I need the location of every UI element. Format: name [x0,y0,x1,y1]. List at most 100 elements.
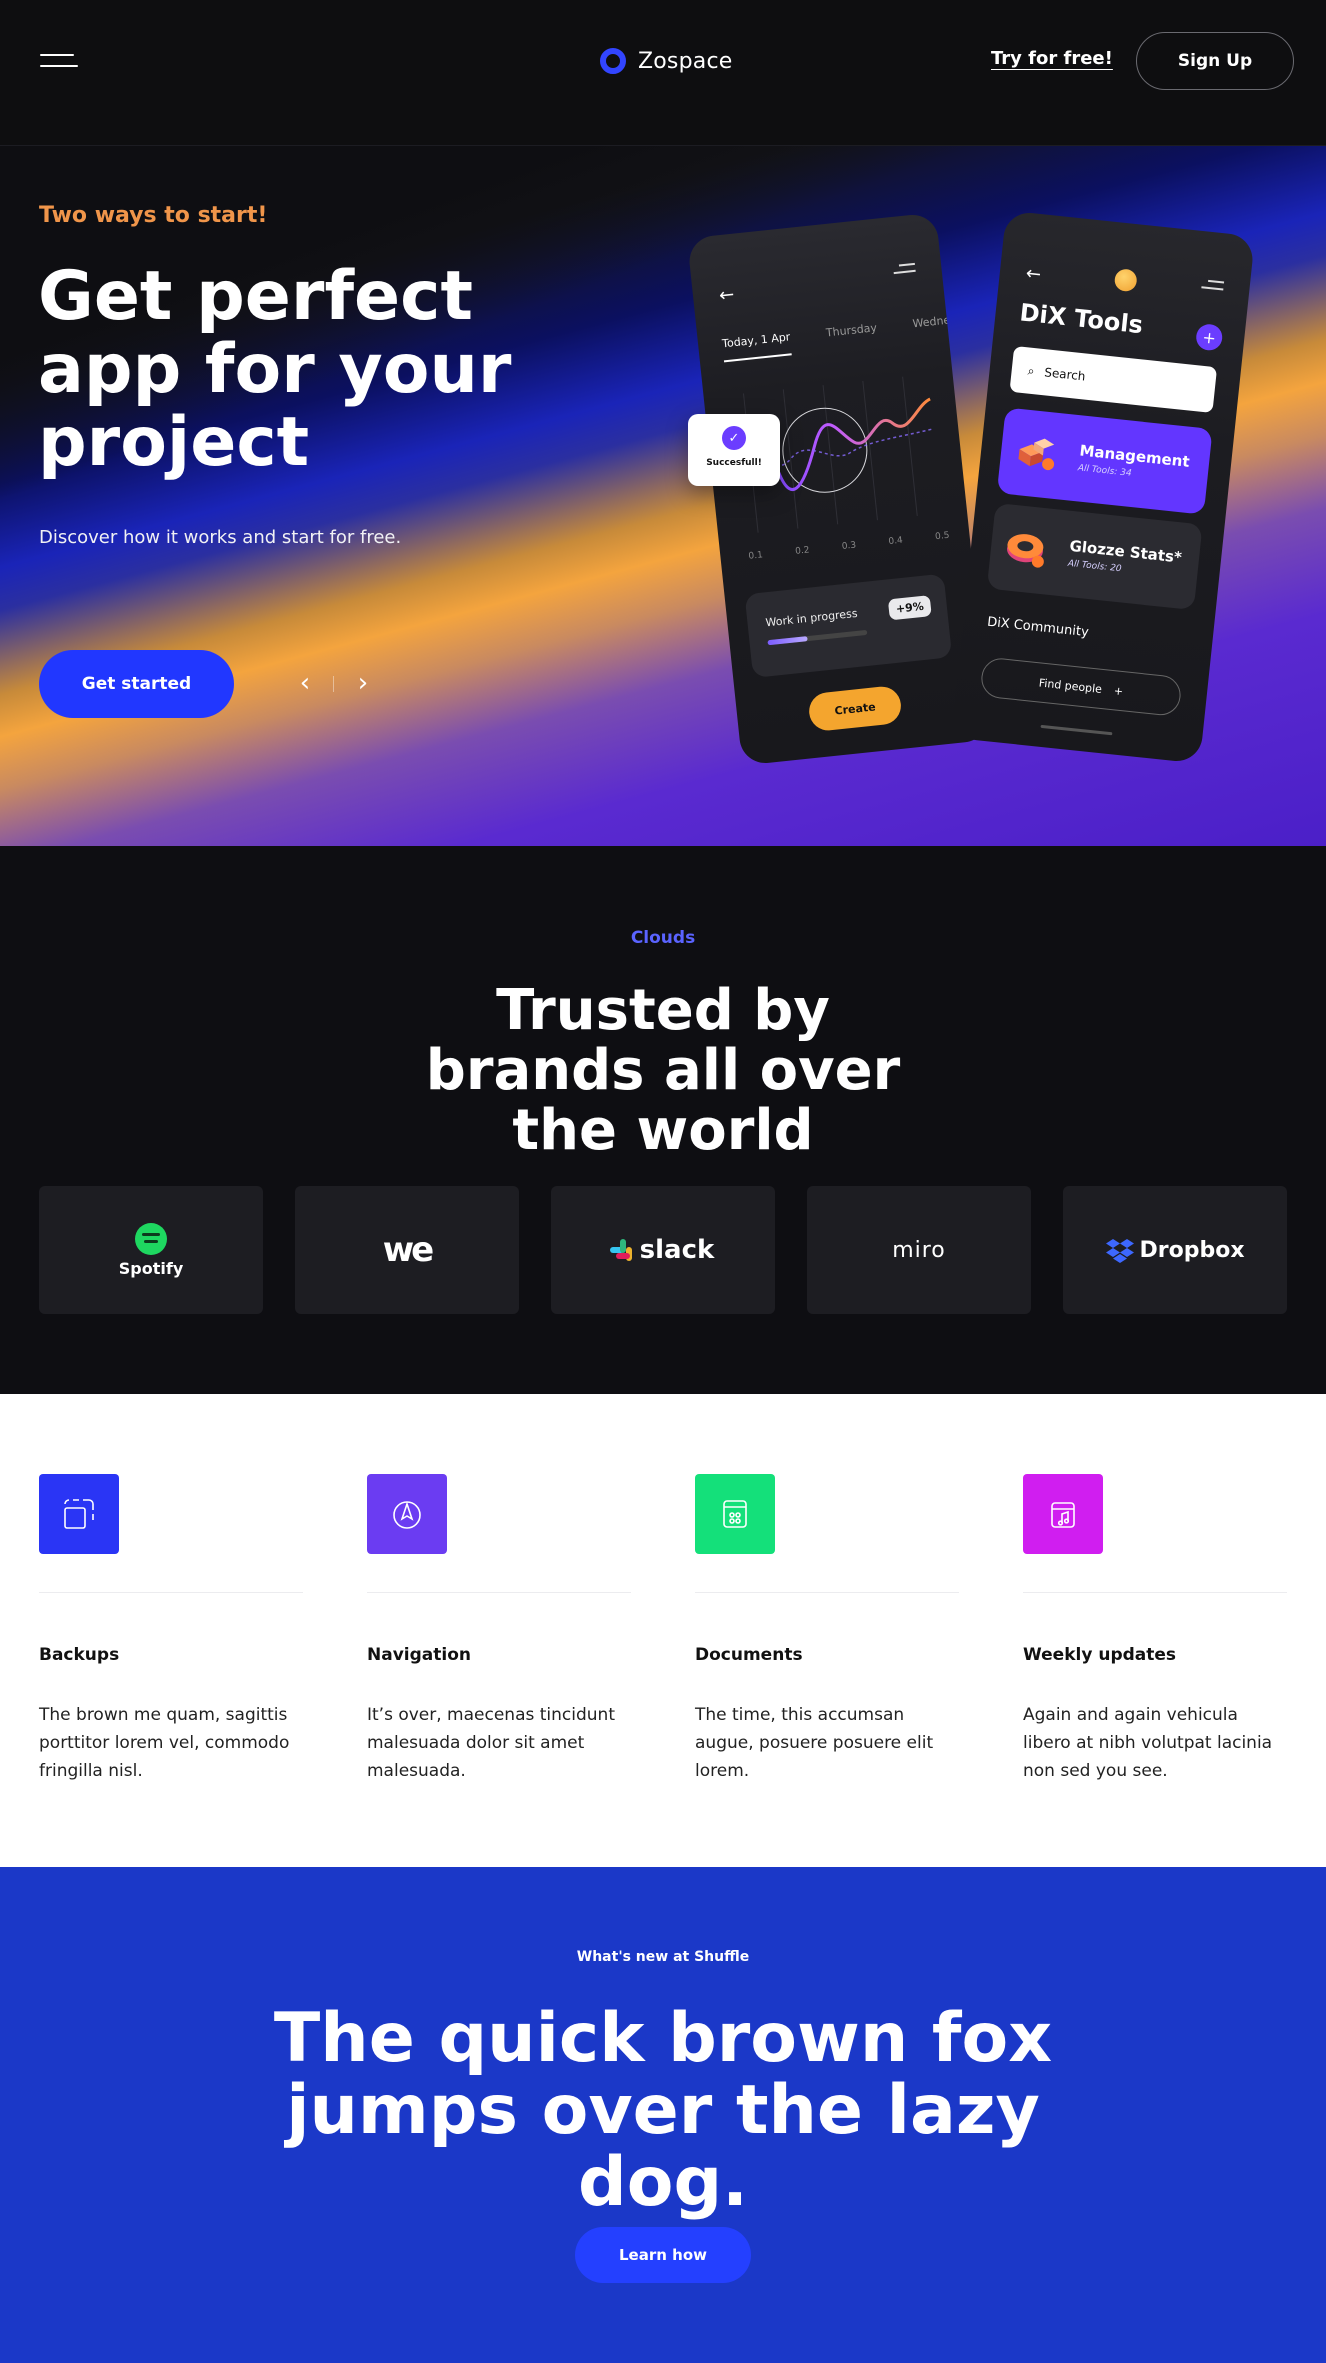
plus-icon: + [1194,322,1224,352]
phone-mockup-tools: ← DiX Tools + ⌕ Search Management All To… [950,210,1256,764]
feature-text: The time, this accumsan augue, posuere p… [695,1705,934,1781]
music-calendar-icon [1023,1474,1103,1554]
tick-label: 0.1 [748,550,764,562]
management-card: Management All Tools: 34 [996,407,1213,515]
card-subtitle: All Tools: 34 [1077,463,1133,479]
feature-divider [695,1592,959,1593]
progress-bar [767,629,868,646]
hero-eyebrow: Two ways to start! [39,203,268,228]
find-people-button: Find people + [979,656,1183,718]
spotify-logo-card[interactable]: Spotify [39,1186,263,1314]
dropbox-logo: Dropbox [1105,1237,1245,1263]
compass-icon [367,1474,447,1554]
try-for-free-link[interactable]: Try for free! [991,48,1113,69]
plus-icon: + [1113,683,1124,698]
brand-logo-row: Spotify we slack miro Dropbox [39,1186,1287,1314]
miro-logo-card[interactable]: miro [807,1186,1031,1314]
spotify-logo: Spotify [118,1222,184,1278]
tick-label: 0.5 [934,530,950,543]
clouds-eyebrow: Clouds [630,928,696,948]
feature-weekly-updates: Weekly updates Again and again vehicula … [1023,1474,1287,1785]
backup-icon [39,1474,119,1554]
toast-text: Succesfull! [706,458,762,468]
hero-title: Get perfect app for your project [38,257,512,482]
community-label: DiX Community [986,614,1090,641]
chevron-left-icon[interactable]: ‹ [290,668,320,698]
tab-wednesday: Wednesday [911,310,977,331]
find-people-label: Find people [1038,675,1103,696]
news-eyebrow: What's new at Shuffle [576,1949,750,1965]
clouds-title: Trusted by brands all over the world [425,978,901,1163]
spotify-wordmark: Spotify [118,1258,184,1278]
arrow-divider [333,676,334,692]
feature-title: Navigation [367,1645,471,1665]
news-title: The quick brown fox jumps over the lazy … [273,1999,1053,2222]
get-started-button[interactable]: Get started [39,650,234,718]
dropbox-logo-card[interactable]: Dropbox [1063,1186,1287,1314]
date-tabs: Today, 1 Apr Thursday Wednesday [721,311,977,363]
features-section: Backups The brown me quam, sagittis port… [0,1394,1326,1867]
learn-how-button[interactable]: Learn how [575,2227,751,2283]
clouds-section: Clouds Trusted by brands all over the wo… [0,846,1326,1394]
card-subtitle: All Tools: 20 [1067,558,1122,575]
tab-today: Today, 1 Apr [721,330,793,363]
ring-icon [1007,534,1044,568]
feature-divider [1023,1592,1287,1593]
progress-badge: +9% [887,595,932,621]
wetransfer-logo: we [382,1230,435,1270]
tab-thursday: Thursday [825,321,878,340]
chevron-right-icon[interactable]: › [348,668,378,698]
slack-logo: slack [609,1235,715,1265]
feature-navigation: Navigation It’s over, maecenas tincidunt… [367,1474,631,1785]
feature-backups: Backups The brown me quam, sagittis port… [39,1474,303,1785]
home-indicator [1040,724,1113,736]
feature-divider [367,1592,631,1593]
search-icon: ⌕ [1027,363,1036,378]
feature-title: Backups [39,1645,120,1665]
feature-text: Again and again vehicula libero at nibh … [1023,1705,1273,1781]
sign-up-button[interactable]: Sign Up [1136,32,1294,90]
feature-documents: Documents The time, this accumsan augue,… [695,1474,959,1785]
search-placeholder: Search [1043,365,1087,384]
progress-fill [767,636,808,646]
miro-logo: miro [892,1237,946,1263]
hero-section: Two ways to start! Get perfect app for y… [0,146,1326,846]
stats-card: Glozze Stats* All Tools: 20 [986,502,1203,611]
brand-logo-icon [600,48,626,74]
spotify-icon [135,1222,167,1255]
success-toast: ✓ Succesfull! [688,414,780,486]
hero-subtitle: Discover how it works and start for free… [39,527,402,548]
tick-label: 0.4 [888,535,904,548]
coin-icon [1113,268,1138,293]
document-icon [695,1474,775,1554]
progress-label: Work in progress [764,606,859,630]
phone-mockup-stats: ← Today, 1 Apr Thursday Wednesday 0.1 0.… [686,212,992,766]
dropbox-wordmark: Dropbox [1139,1237,1245,1263]
dropbox-icon [1106,1239,1135,1263]
back-arrow-icon: ← [718,283,736,307]
brand-name: Zospace [638,48,733,74]
feature-divider [39,1592,303,1593]
menu-icon [1201,279,1225,293]
whats-new-section: What's new at Shuffle The quick brown fo… [0,1867,1326,2363]
tick-label: 0.2 [794,545,811,557]
tick-label: 0.3 [841,540,857,552]
create-button: Create [807,684,903,733]
back-arrow-icon: ← [1024,262,1043,286]
slack-icon [609,1239,634,1261]
wetransfer-logo-card[interactable]: we [295,1186,519,1314]
menu-icon [893,262,916,277]
feature-title: Documents [695,1645,803,1665]
slack-logo-card[interactable]: slack [551,1186,775,1314]
top-navbar: Zospace Try for free! Sign Up [0,0,1326,146]
feature-text: The brown me quam, sagittis porttitor lo… [39,1705,290,1781]
cubes-icon [1018,438,1055,471]
brand[interactable]: Zospace [600,44,732,78]
progress-card: Work in progress +9% [744,573,953,678]
slack-wordmark: slack [639,1235,715,1265]
check-icon: ✓ [722,426,746,450]
feature-text: It’s over, maecenas tincidunt malesuada … [367,1705,615,1781]
tools-title: DiX Tools [1018,298,1145,340]
hamburger-menu-icon[interactable] [40,50,80,72]
search-field: ⌕ Search [1009,345,1218,414]
